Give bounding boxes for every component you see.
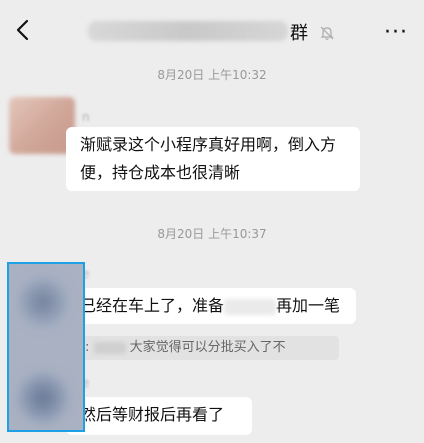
timestamp: 8月20日 上午10:32: [157, 68, 267, 82]
message-text: 然后等财报后再看了: [80, 405, 225, 424]
message-text-part: 已经在车上了，准备: [80, 296, 225, 315]
group-title-suffix: 群: [290, 23, 308, 44]
chevron-left-icon[interactable]: [12, 18, 36, 42]
timestamp: 8月20日 上午10:37: [157, 227, 267, 241]
quoted-reply[interactable]: 星: 大家觉得可以分批买入了不: [66, 336, 339, 360]
group-name-redacted: [88, 21, 288, 41]
bell-muted-icon: [320, 26, 334, 40]
quote-text: 大家觉得可以分批买入了不: [129, 340, 286, 355]
sender-name: n: [82, 110, 90, 124]
message-text: 渐赋录这个小程序真好用啊，倒入方便，持仓成本也很清晰: [80, 135, 337, 182]
avatar-highlight-frame: [7, 262, 85, 432]
avatar[interactable]: [15, 370, 71, 426]
message-bubble[interactable]: 然后等财报后再看了: [66, 397, 252, 435]
message-bubble[interactable]: 渐赋录这个小程序真好用啊，倒入方便，持仓成本也很清晰: [66, 127, 360, 191]
avatar[interactable]: [15, 274, 71, 330]
more-options-button[interactable]: ···: [384, 20, 408, 45]
redacted-text: [224, 298, 277, 315]
chat-header: 群 ···: [0, 0, 424, 60]
redacted-text: [93, 341, 126, 354]
message-bubble[interactable]: 已经在车上了，准备 再加一笔: [66, 288, 356, 324]
message-text-part: 再加一笔: [276, 296, 341, 315]
